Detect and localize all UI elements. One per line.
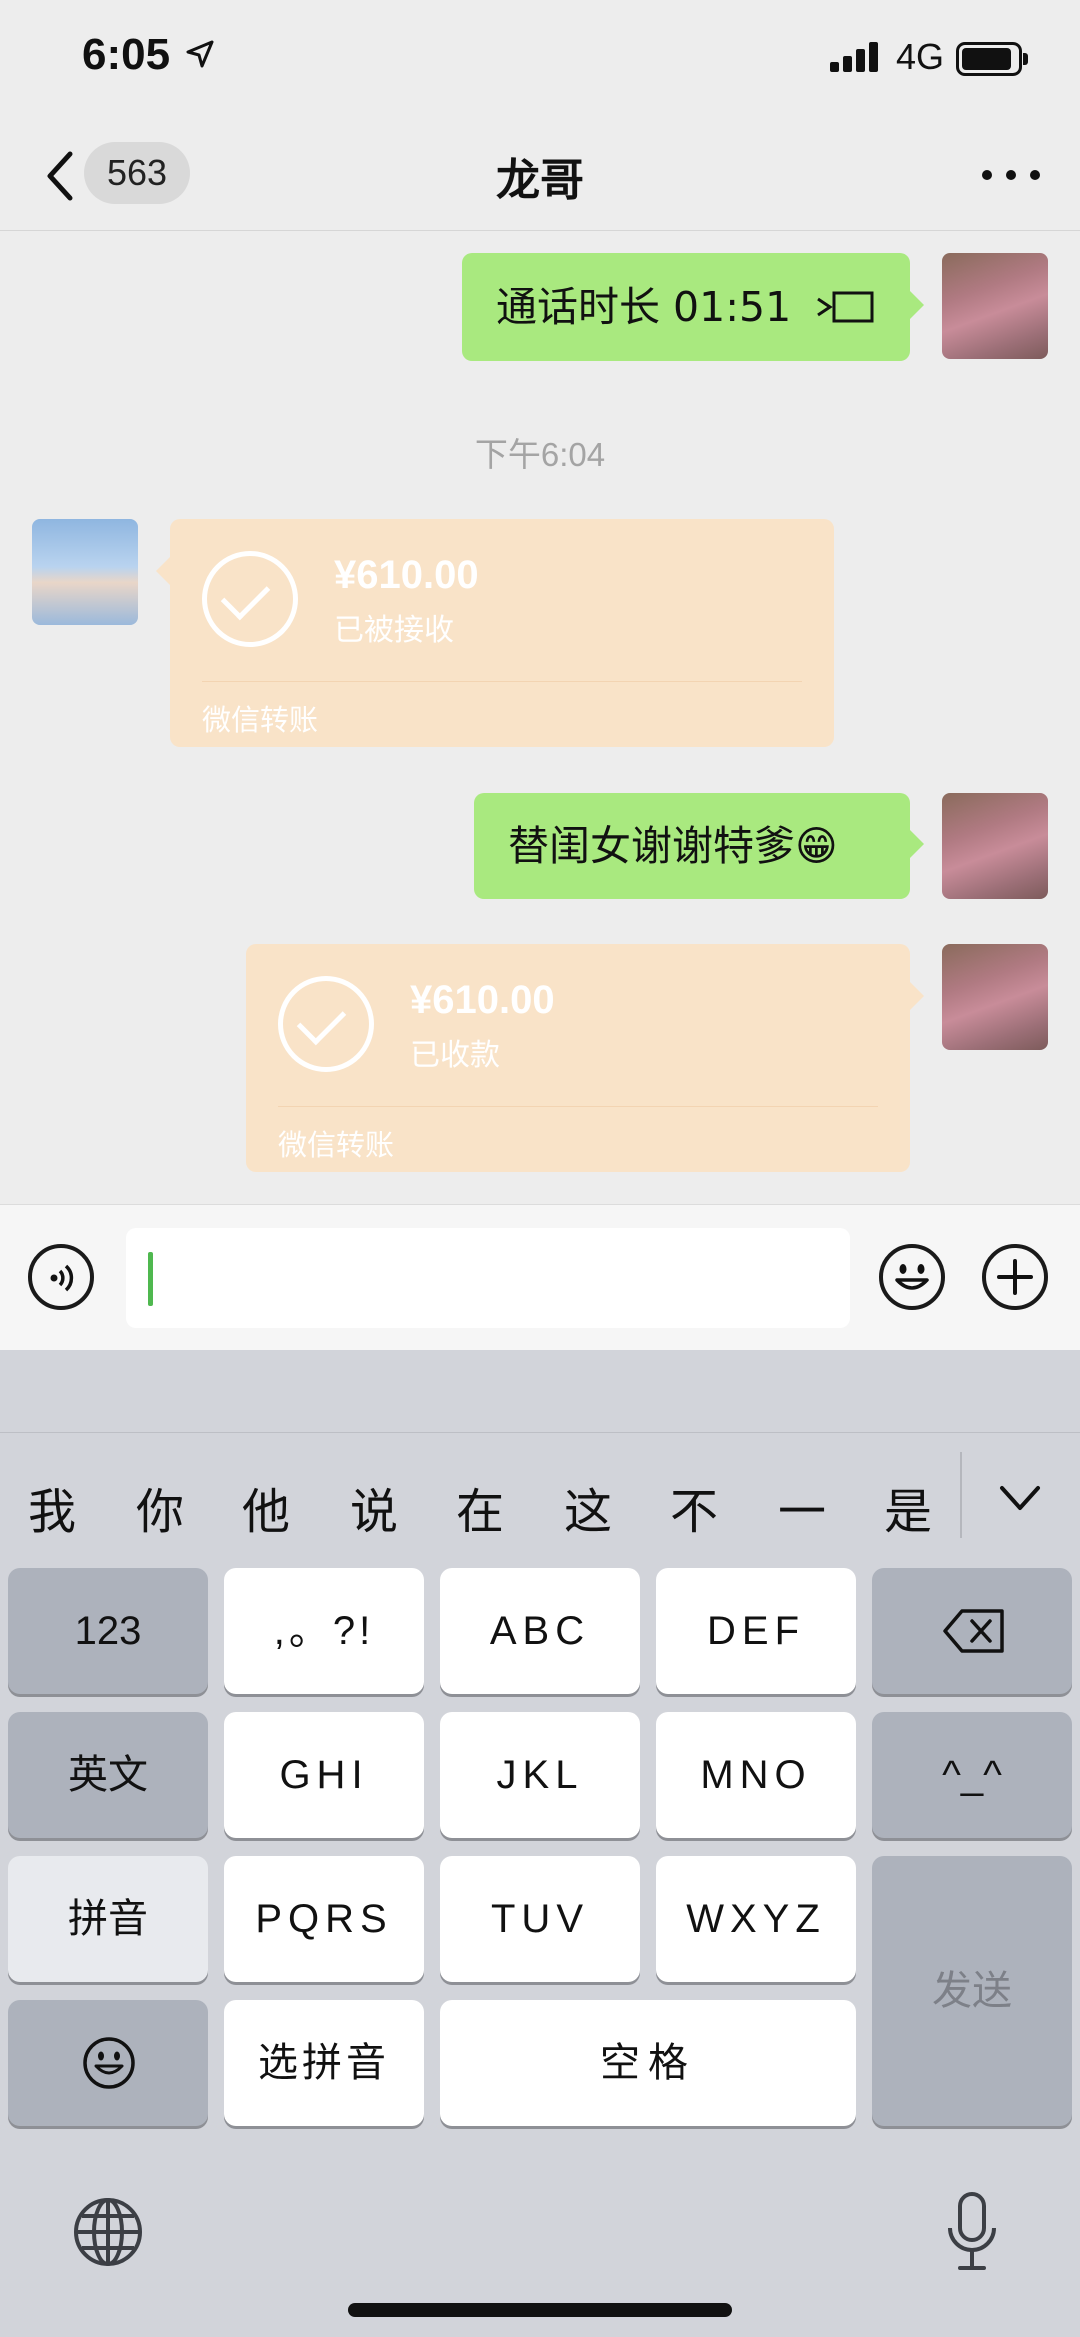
- key-mno[interactable]: MNO: [656, 1712, 856, 1838]
- message-input[interactable]: [126, 1228, 850, 1328]
- emoji-icon[interactable]: [879, 1244, 945, 1310]
- key-abc[interactable]: ABC: [440, 1568, 640, 1694]
- chat-title: 龙哥: [496, 155, 584, 206]
- emoji-key[interactable]: [8, 2000, 208, 2126]
- key-def[interactable]: DEF: [656, 1568, 856, 1694]
- candidate-word[interactable]: 你: [130, 1472, 190, 1542]
- key-123[interactable]: 123: [8, 1568, 208, 1694]
- send-key[interactable]: 发送: [872, 1856, 1072, 2126]
- candidate-word[interactable]: 他: [236, 1472, 296, 1542]
- more-options-button[interactable]: [976, 160, 1046, 190]
- transfer-divider: [202, 681, 802, 682]
- bubble-tail: [910, 830, 924, 858]
- my-avatar[interactable]: [942, 253, 1048, 359]
- text-message-bubble[interactable]: 替闺女谢谢特爹😁: [474, 793, 910, 899]
- candidate-divider: [0, 1432, 1080, 1433]
- battery-icon: [956, 42, 1028, 76]
- bubble-tail: [910, 291, 924, 319]
- key-english[interactable]: 英文: [8, 1712, 208, 1838]
- candidate-word[interactable]: 是: [878, 1472, 938, 1542]
- transfer-card-sent[interactable]: ¥610.00 已收款 微信转账: [246, 944, 910, 1172]
- chevron-down-icon[interactable]: [998, 1478, 1042, 1518]
- status-time: 6:05: [82, 30, 171, 79]
- call-duration-bubble[interactable]: 通话时长 01:51: [462, 253, 910, 361]
- candidate-word[interactable]: 一: [772, 1472, 832, 1542]
- plus-icon[interactable]: [982, 1244, 1048, 1310]
- transfer-label: 微信转账: [278, 1128, 395, 1162]
- candidate-word[interactable]: 这: [558, 1472, 618, 1542]
- signal-icon: [830, 42, 878, 72]
- message-text: 替闺女谢谢特爹😁: [508, 822, 838, 870]
- transfer-status: 已被接收: [334, 613, 454, 648]
- transfer-card-received[interactable]: ¥610.00 已被接收 微信转账: [170, 519, 834, 747]
- key-pinyin[interactable]: 拼音: [8, 1856, 208, 1982]
- emoji-icon: [83, 2037, 135, 2089]
- my-avatar[interactable]: [942, 793, 1048, 899]
- transfer-status: 已收款: [410, 1038, 500, 1073]
- candidate-word[interactable]: 说: [344, 1472, 404, 1542]
- home-indicator[interactable]: [348, 2303, 732, 2317]
- check-circle-icon: [278, 976, 374, 1072]
- candidate-word[interactable]: 我: [22, 1472, 82, 1542]
- key-punctuation[interactable]: ,。?!: [224, 1568, 424, 1694]
- nav-divider: [0, 230, 1080, 231]
- candidate-separator: [960, 1452, 962, 1538]
- voice-icon[interactable]: [28, 1244, 94, 1310]
- key-ghi[interactable]: GHI: [224, 1712, 424, 1838]
- location-arrow-icon: [186, 40, 214, 68]
- key-pqrs[interactable]: PQRS: [224, 1856, 424, 1982]
- message-timestamp: 下午6:04: [474, 436, 606, 473]
- key-tuv[interactable]: TUV: [440, 1856, 640, 1982]
- transfer-divider: [278, 1106, 878, 1107]
- video-call-icon: [817, 291, 874, 323]
- network-type: 4G: [896, 36, 945, 77]
- backspace-key[interactable]: [872, 1568, 1072, 1694]
- backspace-icon: [943, 1609, 1004, 1653]
- key-emoticon[interactable]: ^_^: [872, 1712, 1072, 1838]
- globe-icon[interactable]: [72, 2196, 144, 2268]
- text-caret: [148, 1252, 153, 1306]
- space-key[interactable]: 空格: [440, 2000, 856, 2126]
- key-select-pinyin[interactable]: 选拼音: [224, 2000, 424, 2126]
- check-circle-icon: [202, 551, 298, 647]
- transfer-amount: ¥610.00: [410, 978, 555, 1022]
- candidate-word[interactable]: 在: [450, 1472, 510, 1542]
- bubble-tail: [156, 557, 170, 585]
- transfer-amount: ¥610.00: [334, 553, 479, 597]
- key-wxyz[interactable]: WXYZ: [656, 1856, 856, 1982]
- my-avatar[interactable]: [942, 944, 1048, 1050]
- candidate-word[interactable]: 不: [664, 1472, 724, 1542]
- transfer-label: 微信转账: [202, 703, 319, 737]
- contact-avatar[interactable]: [32, 519, 138, 625]
- key-jkl[interactable]: JKL: [440, 1712, 640, 1838]
- bubble-tail: [910, 982, 924, 1010]
- microphone-icon[interactable]: [944, 2190, 1000, 2274]
- call-duration-text: 通话时长 01:51: [496, 283, 792, 331]
